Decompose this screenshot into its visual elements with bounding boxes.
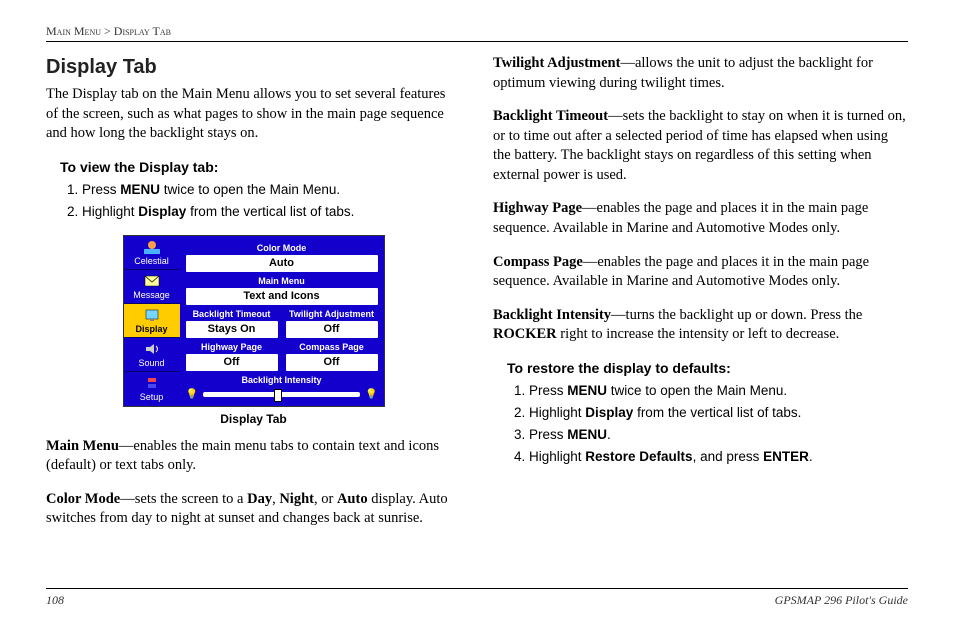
howto-view-heading: To view the Display tab: [60,158,461,177]
field-value: Off [286,321,378,338]
breadcrumb: Main Menu > Display Tab [46,24,908,42]
howto-restore-heading: To restore the display to defaults: [507,359,908,378]
sidebar-item-setup: Setup [124,372,180,405]
field-label: Compass Page [286,341,378,353]
def-compass-page: Compass Page—enables the page and places… [493,253,908,292]
right-column: Twilight Adjustment—allows the unit to a… [493,50,908,580]
field-label: Twilight Adjustment [286,308,378,320]
intensity-slider: 💡 💡 [186,388,378,402]
device-sidebar: Celestial Message Display Sound [124,236,180,406]
field-label: Backlight Timeout [186,308,278,320]
list-item: Highlight Restore Defaults, and press EN… [529,448,908,466]
field-label: Main Menu [186,275,378,287]
field-value: Off [286,354,378,371]
def-twilight: Twilight Adjustment—allows the unit to a… [493,54,908,93]
def-color-mode: Color Mode—sets the screen to a Day, Nig… [46,490,461,529]
def-main-menu: Main Menu—enables the main menu tabs to … [46,437,461,476]
page-title: Display Tab [46,54,461,81]
howto-restore-list: Press MENU twice to open the Main Menu. … [529,382,908,467]
slider-thumb [274,389,282,402]
field-label: Backlight Intensity [186,374,378,386]
left-column: Display Tab The Display tab on the Main … [46,50,461,580]
bulb-off-icon: 💡 [186,388,198,402]
list-item: Highlight Display from the vertical list… [529,404,908,422]
howto-view-list: Press MENU twice to open the Main Menu. … [82,181,461,221]
doc-title: GPSMAP 296 Pilot's Guide [775,593,908,608]
celestial-icon [144,240,160,254]
sidebar-item-message: Message [124,270,180,304]
slider-track [203,392,360,397]
def-backlight-intensity: Backlight Intensity—turns the backlight … [493,306,908,345]
device-screenshot: Celestial Message Display Sound [123,235,385,407]
def-backlight-timeout: Backlight Timeout—sets the backlight to … [493,107,908,185]
sidebar-item-celestial: Celestial [124,236,180,270]
field-value: Text and Icons [186,288,378,305]
sidebar-item-sound: Sound [124,338,180,372]
list-item: Press MENU twice to open the Main Menu. [82,181,461,199]
setup-icon [144,376,160,390]
page-number: 108 [46,593,64,608]
page-footer: 108 GPSMAP 296 Pilot's Guide [46,588,908,608]
figure-caption: Display Tab [46,411,461,427]
intro-paragraph: The Display tab on the Main Menu allows … [46,85,461,144]
def-highway-page: Highway Page—enables the page and places… [493,199,908,238]
field-value: Stays On [186,321,278,338]
sound-icon [144,342,160,356]
field-label: Color Mode [186,242,378,254]
field-value: Off [186,354,278,371]
field-label: Highway Page [186,341,278,353]
list-item: Press MENU twice to open the Main Menu. [529,382,908,400]
display-icon [144,308,160,322]
bulb-on-icon: 💡 [365,388,377,402]
message-icon [144,274,160,288]
sidebar-item-display: Display [124,304,180,338]
breadcrumb-b: Display Tab [114,24,171,38]
list-item: Press MENU. [529,426,908,444]
list-item: Highlight Display from the vertical list… [82,203,461,221]
field-value: Auto [186,255,378,272]
breadcrumb-a: Main Menu [46,24,101,38]
device-main-panel: Color Mode Auto Main Menu Text and Icons… [180,236,384,406]
